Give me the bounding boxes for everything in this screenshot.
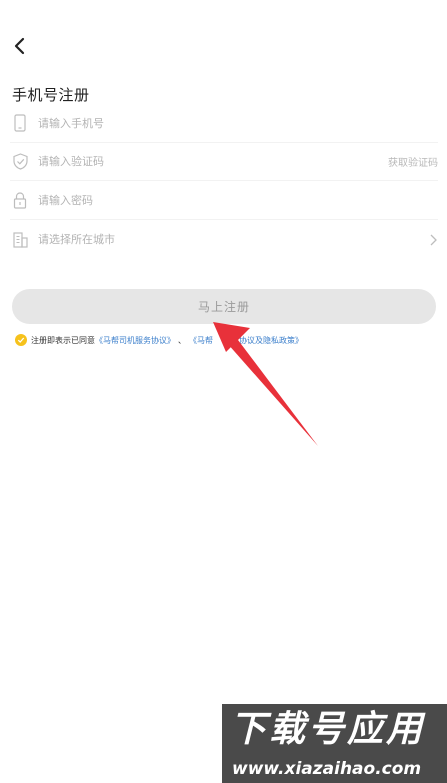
code-row: 获取验证码 bbox=[10, 142, 438, 181]
page-title: 手机号注册 bbox=[12, 86, 90, 104]
agreement-separator: 、 bbox=[178, 335, 186, 345]
service-agreement-link[interactable]: 《马帮司机服务协议》 bbox=[95, 335, 175, 346]
phone-row bbox=[10, 104, 438, 143]
building-icon bbox=[12, 230, 28, 250]
agreement-prefix: 注册即表示已同意 bbox=[31, 335, 95, 345]
back-button[interactable] bbox=[8, 34, 32, 58]
password-row bbox=[10, 181, 438, 220]
privacy-link-part2: 用户协议及隐私政策》 bbox=[223, 335, 303, 345]
watermark: 下载号应用 www.xiazaihao.com bbox=[222, 704, 447, 783]
phone-icon bbox=[12, 113, 28, 133]
watermark-text: 下载号应用 bbox=[230, 709, 426, 750]
agreement-row: 注册即表示已同意 《马帮司机服务协议》 、 《马帮 用户协议及隐私政策》 bbox=[15, 333, 303, 347]
verification-code-input[interactable] bbox=[38, 154, 338, 168]
register-button[interactable]: 马上注册 bbox=[12, 289, 436, 324]
privacy-link-part1: 《马帮 bbox=[189, 335, 213, 345]
watermark-url: www.xiazaihao.com bbox=[232, 759, 422, 779]
city-input[interactable] bbox=[38, 233, 338, 246]
shield-check-icon bbox=[12, 151, 28, 171]
get-code-button[interactable]: 获取验证码 bbox=[388, 154, 438, 169]
city-select[interactable] bbox=[10, 220, 438, 259]
privacy-agreement-link[interactable]: 《马帮 用户协议及隐私政策》 bbox=[189, 335, 303, 346]
phone-input[interactable] bbox=[38, 116, 338, 130]
check-icon bbox=[17, 337, 25, 343]
chevron-left-icon bbox=[14, 37, 25, 55]
lock-icon bbox=[12, 190, 28, 210]
password-input[interactable] bbox=[38, 193, 338, 207]
chevron-right-icon bbox=[430, 234, 437, 245]
agree-checkbox[interactable] bbox=[15, 334, 27, 346]
